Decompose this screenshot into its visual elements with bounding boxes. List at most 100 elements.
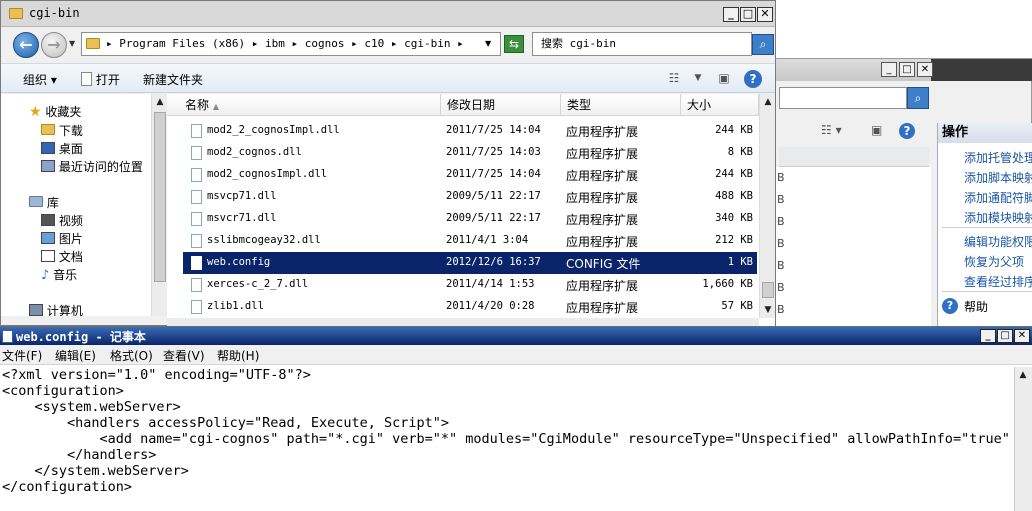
chevron-down-icon[interactable]: ▼ xyxy=(689,70,707,86)
nav-item-pictures[interactable]: 图片 xyxy=(41,230,83,247)
computer-icon xyxy=(29,304,43,316)
nav-scrollbar[interactable]: ▲ xyxy=(151,94,167,316)
file-icon xyxy=(191,168,202,182)
action-view-ordered-list[interactable]: 查看经过排序 xyxy=(964,273,1032,290)
list-item: B xyxy=(777,303,785,316)
file-name: msvcr71.dll xyxy=(207,212,277,224)
file-row[interactable]: msvcp71.dll 2009/5/11 22:17 应用程序扩展 488 KB xyxy=(183,186,757,208)
search-input[interactable]: 搜索 cgi-bin xyxy=(532,32,752,56)
breadcrumb-segment[interactable]: Program Files (x86) xyxy=(119,37,245,50)
background-iis-window[interactable]: _ □ ✕ ⌕ ☷ ▾ ▣ ? B B B B B B B 操作 添加托管处理 … xyxy=(770,58,1032,329)
file-row[interactable]: mod2_2_cognosImpl.dll 2011/7/25 14:04 应用程序… xyxy=(183,120,757,142)
file-list: 名称 ▲ 修改日期 类型 大小 mod2_2_cognosImpl.dll 201… xyxy=(167,94,775,326)
notepad-window[interactable]: web.config - 记事本 _ □ ✕ 文件(F) 编辑(E) 格式(O)… xyxy=(0,326,1032,511)
minimize-icon[interactable]: _ xyxy=(881,62,897,77)
open-button[interactable]: 打开 xyxy=(81,71,120,88)
address-dropdown-icon[interactable]: ▼ xyxy=(485,39,491,48)
maximize-icon[interactable]: □ xyxy=(899,62,915,77)
back-arrow-icon[interactable]: ← xyxy=(13,32,39,58)
minimize-button[interactable]: _ xyxy=(980,329,996,343)
close-icon[interactable]: ✕ xyxy=(917,62,933,77)
new-folder-button[interactable]: 新建文件夹 xyxy=(143,71,203,88)
action-add-module-mapping[interactable]: 添加模块映射 xyxy=(964,209,1032,226)
nav-item-music[interactable]: ♪ 音乐 xyxy=(41,266,77,283)
scroll-up-icon[interactable]: ▲ xyxy=(1015,367,1031,383)
file-size: 488 KB xyxy=(715,190,753,202)
column-header-name[interactable]: 名称 ▲ xyxy=(167,94,441,116)
action-edit-feature-permissions[interactable]: 编辑功能权限 xyxy=(964,233,1032,250)
column-header-size[interactable]: 大小 xyxy=(681,94,759,116)
scroll-down-icon[interactable]: ▼ xyxy=(760,302,776,318)
menu-view[interactable]: 查看(V) xyxy=(163,347,205,364)
minimize-button[interactable]: _ xyxy=(723,7,739,22)
nav-item-videos[interactable]: 视频 xyxy=(41,212,83,229)
address-bar[interactable]: ▸ Program Files (x86) ▸ ibm ▸ cognos ▸ c… xyxy=(81,32,501,56)
action-add-managed-handler[interactable]: 添加托管处理 xyxy=(964,149,1032,166)
action-add-wildcard-script-map[interactable]: 添加通配符脚 xyxy=(964,189,1032,206)
file-icon xyxy=(191,234,202,248)
menu-help[interactable]: 帮助(H) xyxy=(217,347,259,364)
file-type: 应用程序扩展 xyxy=(566,147,639,161)
text-editor[interactable]: <?xml version="1.0" encoding="UTF-8"?> <c… xyxy=(0,367,1014,507)
pane-icon[interactable]: ▣ xyxy=(871,123,882,137)
scroll-up-icon[interactable]: ▲ xyxy=(760,94,776,110)
explorer-window[interactable]: cgi-bin _ □ ✕ ← → ▼ ▸ Program Files (x86… xyxy=(0,0,776,326)
horizontal-scrollbar[interactable] xyxy=(167,318,759,326)
explorer-titlebar[interactable]: cgi-bin _ □ ✕ xyxy=(1,1,775,27)
file-scrollbar[interactable]: ▲ ▼ xyxy=(759,94,775,318)
file-row[interactable]: mod2_cognos.dll 2011/7/25 14:03 应用程序扩展 8 KB xyxy=(183,142,757,164)
view-icon[interactable]: ☷ ▾ xyxy=(821,123,842,137)
scroll-thumb[interactable] xyxy=(762,282,774,298)
preview-pane-icon[interactable]: ▣ xyxy=(715,70,733,86)
file-row[interactable]: web.config 2012/12/6 16:37 CONFIG 文件 1 KB xyxy=(183,252,757,274)
notepad-scrollbar[interactable]: ▲ xyxy=(1014,367,1032,511)
organize-button[interactable]: 组织 ▾ xyxy=(23,71,57,88)
list-item: B xyxy=(777,193,785,206)
nav-item-libraries[interactable]: 库 xyxy=(29,194,59,211)
scroll-up-icon[interactable]: ▲ xyxy=(152,94,168,110)
maximize-button[interactable]: □ xyxy=(740,7,756,22)
scroll-thumb[interactable] xyxy=(154,112,166,282)
menu-edit[interactable]: 编辑(E) xyxy=(55,347,96,364)
column-header-date[interactable]: 修改日期 xyxy=(441,94,561,116)
action-help[interactable]: 帮助 xyxy=(964,298,988,315)
menu-bar: 文件(F) 编辑(E) 格式(O) 查看(V) 帮助(H) xyxy=(0,345,1032,365)
close-button[interactable]: ✕ xyxy=(1014,329,1030,343)
file-row[interactable]: msvcr71.dll 2009/5/11 22:17 应用程序扩展 340 KB xyxy=(183,208,757,230)
file-row[interactable]: xerces-c_2_7.dll 2011/4/14 1:53 应用程序扩展 1,66… xyxy=(183,274,757,296)
menu-format[interactable]: 格式(O) xyxy=(110,347,153,364)
nav-item-computer[interactable]: 计算机 xyxy=(29,302,83,316)
refresh-icon[interactable]: ⇆ xyxy=(504,35,524,53)
file-row[interactable]: mod2_cognosImpl.dll 2011/7/25 14:04 应用程序扩展… xyxy=(183,164,757,186)
breadcrumb-segment[interactable]: cgi-bin xyxy=(404,37,450,50)
file-row[interactable]: zlib1.dll 2011/4/20 0:28 应用程序扩展 57 KB xyxy=(183,296,757,318)
action-add-script-map[interactable]: 添加脚本映射 xyxy=(964,169,1032,186)
close-button[interactable]: ✕ xyxy=(757,7,773,22)
nav-item-recent[interactable]: 最近访问的位置 xyxy=(41,158,143,175)
help-icon[interactable]: ? xyxy=(744,70,762,88)
maximize-button[interactable]: □ xyxy=(997,329,1013,343)
nav-item-favorites[interactable]: ★ 收藏夹 xyxy=(29,103,81,120)
notepad-titlebar[interactable]: web.config - 记事本 _ □ ✕ xyxy=(0,327,1032,345)
action-revert-to-parent[interactable]: 恢复为父项 xyxy=(964,253,1024,270)
search-icon[interactable]: ⌕ xyxy=(907,87,929,109)
file-name: msvcp71.dll xyxy=(207,190,277,202)
help-icon[interactable]: ? xyxy=(899,123,915,139)
breadcrumb-segment[interactable]: cognos xyxy=(305,37,345,50)
actions-header: 操作 xyxy=(938,123,1032,143)
view-options-icon[interactable]: ☷ xyxy=(665,70,683,86)
breadcrumb-segment[interactable]: c10 xyxy=(364,37,384,50)
background-address-field[interactable] xyxy=(779,87,907,109)
nav-item-downloads[interactable]: 下载 xyxy=(41,122,83,139)
file-row[interactable]: sslibmcogeay32.dll 2011/4/1 3:04 应用程序扩展 212… xyxy=(183,230,757,252)
file-date: 2009/5/11 22:17 xyxy=(446,190,541,202)
breadcrumb-segment[interactable]: ibm xyxy=(265,37,285,50)
column-header-type[interactable]: 类型 xyxy=(561,94,681,116)
chevron-down-icon[interactable]: ▼ xyxy=(69,39,75,48)
forward-arrow-icon[interactable]: → xyxy=(41,32,67,58)
menu-file[interactable]: 文件(F) xyxy=(2,347,42,364)
nav-item-documents[interactable]: 文档 xyxy=(41,248,83,265)
file-icon xyxy=(191,190,202,204)
nav-item-desktop[interactable]: 桌面 xyxy=(41,140,83,157)
search-icon[interactable]: ⌕ xyxy=(752,34,774,55)
